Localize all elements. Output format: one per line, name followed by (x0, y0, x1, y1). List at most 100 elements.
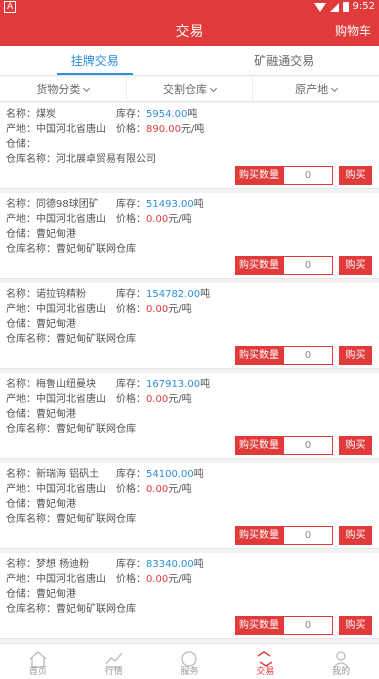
nav-profile-label: 我的 (332, 667, 351, 677)
buy-button[interactable]: 购买 (339, 346, 372, 365)
qty-label: 购买数量 (235, 526, 283, 545)
origin-label: 产地： (6, 124, 36, 135)
quantity-input[interactable]: 0 (283, 526, 333, 545)
quantity-input[interactable]: 0 (283, 256, 333, 275)
qty-label: 购买数量 (235, 256, 283, 275)
origin-label: 产地： (6, 484, 36, 495)
filter-warehouse[interactable]: 交割仓库 (127, 77, 254, 101)
price-value: 0.00 (146, 304, 169, 315)
price-label: 价格： (116, 394, 146, 405)
nav-profile[interactable]: 我的 (303, 644, 379, 679)
stock-label: 库存： (116, 559, 146, 570)
price-label: 价格： (116, 304, 146, 315)
cart-button[interactable]: 购物车 (335, 22, 371, 39)
list-item: 名称：同德98球团矿 库存：51493.00吨 产地：中国河北省唐山 价格：0.… (0, 193, 379, 279)
quantity-input[interactable]: 0 (283, 436, 333, 455)
warehouse-name-value: 河北展卓贸易有限公司 (56, 154, 156, 165)
origin-value: 中国河北省唐山 (36, 124, 106, 135)
filter-origin-label: 原产地 (295, 83, 329, 96)
name-label: 名称： (6, 109, 36, 120)
home-icon (29, 651, 47, 668)
nav-market-label: 行情 (104, 667, 123, 677)
stock-label: 库存： (116, 469, 146, 480)
origin-value: 中国河北省唐山 (36, 484, 106, 495)
price-label: 价格： (116, 484, 146, 495)
buy-button[interactable]: 购买 (339, 526, 372, 545)
stock-value: 83340.00 (146, 559, 194, 570)
wifi-icon (313, 2, 326, 12)
name-label: 名称： (6, 559, 36, 570)
price-unit: 元/吨 (168, 214, 192, 225)
nav-home-label: 首页 (28, 667, 47, 677)
trade-tabs: 挂牌交易 矿融通交易 (0, 46, 379, 76)
price-value: 0.00 (146, 574, 169, 585)
stock-label: 库存： (116, 109, 146, 120)
stock-label: 库存： (116, 289, 146, 300)
filter-origin[interactable]: 原产地 (253, 77, 379, 101)
quantity-input[interactable]: 0 (283, 166, 333, 185)
warehouse-value: 曹妃甸港 (36, 499, 76, 510)
quantity-input[interactable]: 0 (283, 346, 333, 365)
stock-value: 167913.00 (146, 379, 201, 390)
warehouse-name-label: 仓库名称： (6, 514, 56, 525)
warehouse-name-value: 曹妃甸矿联网仓库 (56, 604, 136, 615)
quantity-input[interactable]: 0 (283, 616, 333, 635)
price-value: 890.00 (146, 124, 181, 135)
stock-unit: 吨 (193, 199, 204, 210)
stock-unit: 吨 (200, 289, 211, 300)
warehouse-value: 曹妃甸港 (36, 589, 76, 600)
nav-home[interactable]: 首页 (0, 644, 76, 679)
warehouse-label: 仓储： (6, 319, 36, 330)
stock-label: 库存： (116, 199, 146, 210)
trade-icon (257, 651, 273, 667)
signal-icon (329, 2, 339, 12)
warehouse-name-value: 曹妃甸矿联网仓库 (56, 514, 136, 525)
warehouse-name-label: 仓库名称： (6, 334, 56, 345)
warehouse-value: 曹妃甸港 (36, 229, 76, 240)
warehouse-label: 仓储： (6, 499, 36, 510)
qty-label: 购买数量 (235, 616, 283, 635)
tab-mine-finance-trade[interactable]: 矿融通交易 (190, 46, 379, 75)
nav-trade-label: 交易 (256, 667, 275, 677)
nav-service[interactable]: 服务 (152, 644, 228, 679)
app-bar: 交易 购物车 (0, 14, 379, 46)
chevron-down-icon (209, 84, 218, 93)
stock-value: 154782.00 (146, 289, 201, 300)
filter-category[interactable]: 货物分类 (0, 77, 127, 101)
product-name: 诺拉钨精粉 (36, 289, 86, 300)
buy-button[interactable]: 购买 (339, 616, 372, 635)
chevron-down-icon (331, 84, 339, 93)
stock-value: 5954.00 (146, 109, 188, 120)
nav-trade[interactable]: 交易 (227, 644, 303, 679)
price-value: 0.00 (146, 214, 169, 225)
product-name: 同德98球团矿 (36, 199, 99, 210)
origin-value: 中国河北省唐山 (36, 394, 106, 405)
warehouse-label: 仓储： (6, 229, 36, 240)
stock-unit: 吨 (187, 109, 198, 120)
warehouse-name-value: 曹妃甸矿联网仓库 (56, 334, 136, 345)
filter-bar: 货物分类 交割仓库 原产地 (0, 77, 379, 102)
origin-value: 中国河北省唐山 (36, 304, 106, 315)
qty-label: 购买数量 (235, 166, 283, 185)
buy-button[interactable]: 购买 (339, 166, 372, 185)
price-label: 价格： (116, 214, 146, 225)
stock-unit: 吨 (193, 469, 204, 480)
buy-button[interactable]: 购买 (339, 436, 372, 455)
stock-value: 51493.00 (146, 199, 194, 210)
list-item: 名称：梅鲁山纽曼块 库存：167913.00吨 产地：中国河北省唐山 价格：0.… (0, 373, 379, 459)
product-name: 梅鲁山纽曼块 (36, 379, 96, 390)
qty-label: 购买数量 (235, 436, 283, 455)
name-label: 名称： (6, 379, 36, 390)
name-label: 名称： (6, 469, 36, 480)
page-title: 交易 (175, 24, 204, 40)
nav-market[interactable]: 行情 (76, 644, 152, 679)
tab-listed-trade[interactable]: 挂牌交易 (0, 46, 190, 75)
price-label: 价格： (116, 124, 146, 135)
notification-badge: A (4, 1, 17, 13)
warehouse-name-label: 仓库名称： (6, 604, 56, 615)
name-label: 名称： (6, 199, 36, 210)
price-value: 0.00 (146, 394, 169, 405)
stock-unit: 吨 (193, 559, 204, 570)
buy-button[interactable]: 购买 (339, 256, 372, 275)
qty-label: 购买数量 (235, 346, 283, 365)
